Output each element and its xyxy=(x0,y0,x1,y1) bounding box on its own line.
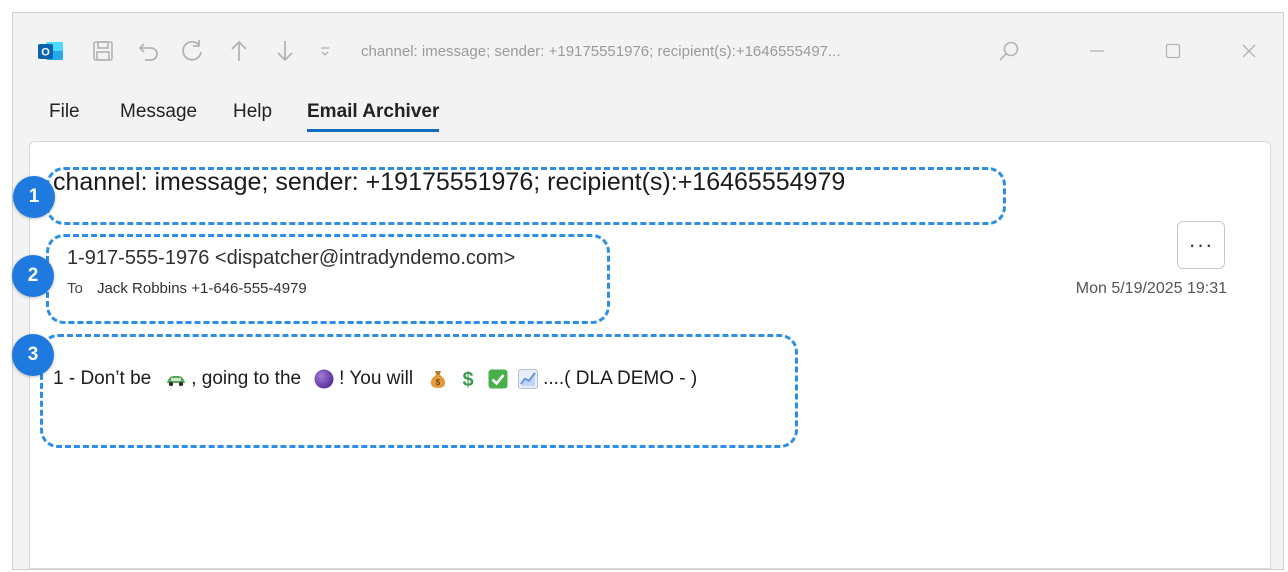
dollar-sign-emoji: $ xyxy=(457,368,479,391)
svg-text:$: $ xyxy=(463,369,474,390)
purple-circle-emoji xyxy=(313,368,335,390)
chart-increasing-emoji xyxy=(517,368,539,390)
message-subject: channel: imessage; sender: +19175551976;… xyxy=(53,168,846,196)
svg-text:$: $ xyxy=(436,378,441,387)
annotation-badge-3: 3 xyxy=(12,334,54,376)
title-bar: O channel: imessage; sender: +1917555197… xyxy=(13,13,1283,91)
message-date: Mon 5/19/2025 19:31 xyxy=(1075,280,1227,297)
ribbon-tabs: File Message Help Email Archiver xyxy=(13,99,1283,133)
redo-icon[interactable] xyxy=(179,37,207,65)
annotation-badge-2: 2 xyxy=(12,255,54,297)
svg-text:O: O xyxy=(41,47,50,59)
tab-email-archiver[interactable]: Email Archiver xyxy=(307,101,440,132)
maximize-icon[interactable] xyxy=(1159,37,1187,65)
search-icon[interactable] xyxy=(995,37,1023,65)
undo-icon[interactable] xyxy=(135,37,163,65)
tab-file[interactable]: File xyxy=(49,101,80,129)
minimize-icon[interactable] xyxy=(1083,37,1111,65)
body-text-3: ! You will xyxy=(339,368,414,389)
down-arrow-icon[interactable] xyxy=(271,37,299,65)
recipient-name[interactable]: Jack Robbins +1-646-555-4979 xyxy=(97,280,307,297)
highlight-box-body xyxy=(40,334,798,448)
to-label: To xyxy=(67,280,83,297)
window-title: channel: imessage; sender: +19175551976;… xyxy=(361,43,841,60)
annotation-badge-1: 1 xyxy=(13,176,55,218)
money-bag-emoji: $ xyxy=(427,368,449,390)
message-recipients: To Jack Robbins +1-646-555-4979 xyxy=(67,280,307,297)
up-arrow-icon[interactable] xyxy=(225,37,253,65)
message-body: 1 - Don’t be , going to the ! You will $… xyxy=(53,368,698,391)
customize-dropdown-icon[interactable] xyxy=(315,37,335,65)
more-actions-button[interactable]: ··· xyxy=(1177,221,1225,269)
body-text-1: 1 - Don’t be xyxy=(53,368,152,389)
body-text-2: , going to the xyxy=(191,368,302,389)
tab-help[interactable]: Help xyxy=(233,101,272,129)
close-icon[interactable] xyxy=(1235,37,1263,65)
check-box-emoji xyxy=(487,368,509,390)
tab-message[interactable]: Message xyxy=(120,101,197,129)
message-sender[interactable]: 1-917-555-1976 <dispatcher@intradyndemo.… xyxy=(67,247,515,270)
outlook-icon: O xyxy=(37,37,65,65)
car-emoji xyxy=(165,368,187,390)
save-icon[interactable] xyxy=(89,37,117,65)
body-text-4: ....( DLA DEMO - ) xyxy=(543,368,698,389)
